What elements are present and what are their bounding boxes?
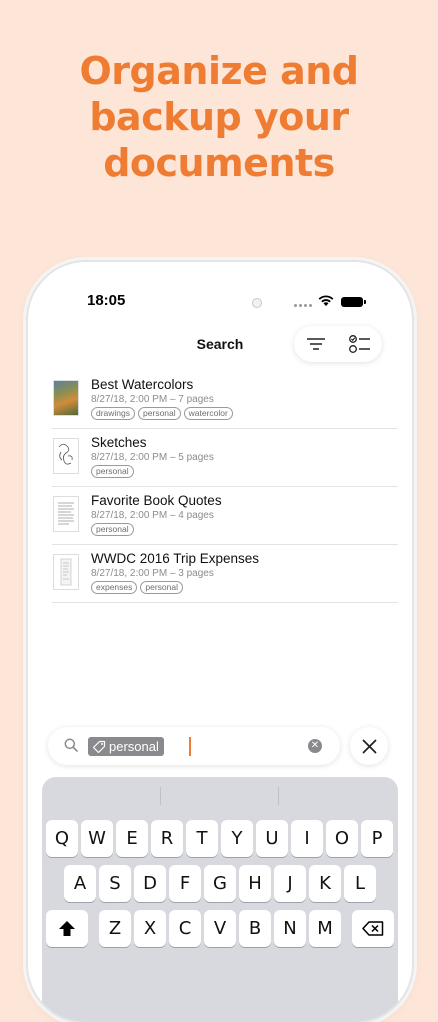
nav-actions <box>294 326 382 362</box>
headline-line-3: documents <box>103 141 335 185</box>
key-z[interactable]: Z <box>99 910 131 947</box>
tag[interactable]: personal <box>140 581 183 594</box>
list-item[interactable]: WWDC 2016 Trip Expenses 8/27/18, 2:00 PM… <box>52 545 398 603</box>
key-a[interactable]: A <box>64 865 96 902</box>
key-t[interactable]: T <box>186 820 218 857</box>
tag[interactable]: watercolor <box>183 407 233 420</box>
key-l[interactable]: L <box>344 865 376 902</box>
status-time: 18:05 <box>87 292 126 309</box>
key-m[interactable]: M <box>309 910 341 947</box>
document-thumbnail <box>54 555 78 589</box>
document-meta: 8/27/18, 2:00 PM – 4 pages <box>91 510 214 521</box>
tag-list: expenses personal <box>91 581 183 594</box>
tag[interactable]: personal <box>138 407 181 420</box>
search-icon <box>64 738 78 752</box>
prediction-divider <box>160 787 161 805</box>
delete-key[interactable] <box>352 910 394 947</box>
close-search-button[interactable] <box>350 727 388 765</box>
filter-button[interactable] <box>294 326 338 362</box>
shift-icon <box>59 921 75 936</box>
tag[interactable]: personal <box>91 523 134 536</box>
list-item[interactable]: Favorite Book Quotes 8/27/18, 2:00 PM – … <box>52 487 398 545</box>
key-i[interactable]: I <box>291 820 323 857</box>
key-o[interactable]: O <box>326 820 358 857</box>
tag-list: drawings personal watercolor <box>91 407 233 420</box>
list-item[interactable]: Best Watercolors 8/27/18, 2:00 PM – 7 pa… <box>52 371 398 429</box>
camera-icon <box>252 298 262 308</box>
key-p[interactable]: P <box>361 820 393 857</box>
key-k[interactable]: K <box>309 865 341 902</box>
list-item[interactable]: Sketches 8/27/18, 2:00 PM – 5 pages pers… <box>52 429 398 487</box>
document-title: Sketches <box>91 435 147 450</box>
keyboard: Q W E R T Y U I O P A S D F G H J K L Z … <box>42 777 398 1022</box>
key-j[interactable]: J <box>274 865 306 902</box>
key-x[interactable]: X <box>134 910 166 947</box>
filter-icon <box>307 338 325 350</box>
key-e[interactable]: E <box>116 820 148 857</box>
key-v[interactable]: V <box>204 910 236 947</box>
tag[interactable]: personal <box>91 465 134 478</box>
document-thumbnail <box>54 497 78 531</box>
document-list: Best Watercolors 8/27/18, 2:00 PM – 7 pa… <box>52 371 398 603</box>
search-token-label: personal <box>109 739 159 754</box>
cellular-signal-icon <box>294 304 312 307</box>
key-h[interactable]: H <box>239 865 271 902</box>
key-c[interactable]: C <box>169 910 201 947</box>
key-y[interactable]: Y <box>221 820 253 857</box>
checklist-icon <box>349 335 370 353</box>
key-u[interactable]: U <box>256 820 288 857</box>
key-b[interactable]: B <box>239 910 271 947</box>
tag-icon <box>92 740 106 753</box>
clear-search-button[interactable]: ✕ <box>308 739 322 753</box>
close-icon <box>362 739 376 753</box>
key-d[interactable]: D <box>134 865 166 902</box>
wifi-icon <box>318 295 334 306</box>
document-thumbnail <box>54 381 78 415</box>
document-thumbnail <box>54 439 78 473</box>
document-meta: 8/27/18, 2:00 PM – 5 pages <box>91 452 214 463</box>
search-token[interactable]: personal <box>88 737 164 756</box>
tag-list: personal <box>91 465 134 478</box>
headline-line-1: Organize and <box>79 49 359 93</box>
key-q[interactable]: Q <box>46 820 78 857</box>
document-meta: 8/27/18, 2:00 PM – 7 pages <box>91 394 214 405</box>
document-title: WWDC 2016 Trip Expenses <box>91 551 260 566</box>
tag-list: personal <box>91 523 134 536</box>
text-cursor <box>189 737 191 756</box>
key-w[interactable]: W <box>81 820 113 857</box>
tag[interactable]: drawings <box>91 407 136 420</box>
document-title: Favorite Book Quotes <box>91 493 222 508</box>
document-meta: 8/27/18, 2:00 PM – 3 pages <box>91 568 214 579</box>
prediction-divider <box>278 787 279 805</box>
document-title: Best Watercolors <box>91 377 194 392</box>
key-f[interactable]: F <box>169 865 201 902</box>
key-n[interactable]: N <box>274 910 306 947</box>
battery-icon <box>341 297 366 307</box>
backspace-icon <box>362 921 384 936</box>
search-field[interactable]: personal ✕ <box>48 727 340 765</box>
headline: Organize and backup your documents <box>0 48 438 186</box>
key-s[interactable]: S <box>99 865 131 902</box>
shift-key[interactable] <box>46 910 88 947</box>
key-g[interactable]: G <box>204 865 236 902</box>
phone-screen: 18:05 Search Best Watercolors 8/27/18, 2… <box>28 262 412 1022</box>
headline-line-2: backup your <box>89 95 349 139</box>
select-button[interactable] <box>338 326 382 362</box>
tag[interactable]: expenses <box>91 581 138 594</box>
key-r[interactable]: R <box>151 820 183 857</box>
